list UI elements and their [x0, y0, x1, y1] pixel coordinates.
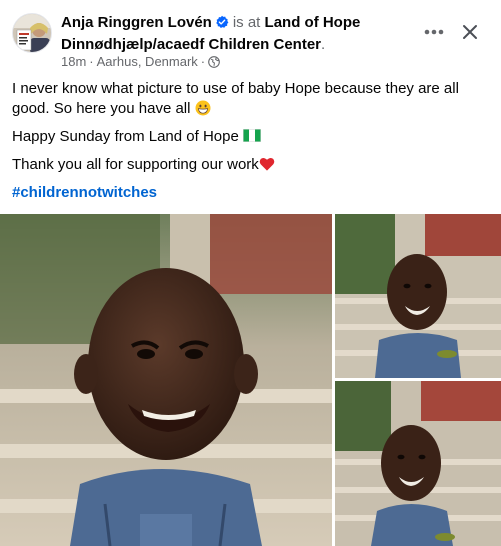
meta-separator-2: ·	[200, 54, 206, 69]
red-heart-emoji	[259, 157, 275, 171]
post-paragraph-1: I never know what picture to use of baby…	[12, 79, 492, 119]
globe-icon[interactable]	[208, 56, 220, 68]
location-suffix: .	[321, 36, 326, 53]
post-meta: 18m · Aarhus, Denmark ·	[61, 54, 220, 70]
author-avatar[interactable]	[12, 13, 52, 53]
post-time[interactable]: 18m	[61, 54, 86, 69]
photo-top-right[interactable]	[335, 214, 501, 378]
post-body: I never know what picture to use of baby…	[12, 79, 492, 211]
post-header: Anja Ringgren Lovén is at Land of Hope D…	[0, 0, 501, 72]
close-icon	[463, 25, 477, 39]
post-hashtags: #childrennotwitches	[12, 183, 492, 203]
more-options-button[interactable]	[418, 16, 450, 48]
photo-bottom-right[interactable]	[335, 381, 501, 546]
meta-separator: ·	[89, 54, 94, 69]
post-place[interactable]: Aarhus, Denmark	[97, 54, 198, 69]
more-options-icon	[424, 29, 444, 35]
author-name[interactable]: Anja Ringgren Lovén	[61, 14, 212, 31]
photo-main[interactable]	[0, 214, 332, 546]
post-paragraph-2: Happy Sunday from Land of Hope	[12, 127, 492, 147]
paragraph-1-text: I never know what picture to use of baby…	[12, 80, 459, 117]
hashtag-link[interactable]: #childrennotwitches	[12, 184, 157, 201]
close-button[interactable]	[454, 16, 486, 48]
paragraph-3-text: Thank you all for supporting our work	[12, 156, 259, 173]
post-title: Anja Ringgren Lovén is at Land of Hope D…	[61, 12, 421, 56]
paragraph-2-text: Happy Sunday from Land of Hope	[12, 128, 239, 145]
photo-gallery	[0, 214, 501, 546]
location-prefix: is at	[232, 14, 261, 31]
nigeria-flag-emoji	[242, 129, 261, 142]
post-paragraph-3: Thank you all for supporting our work	[12, 155, 492, 175]
verified-badge-icon	[216, 15, 229, 28]
grinning-face-emoji	[195, 100, 211, 116]
